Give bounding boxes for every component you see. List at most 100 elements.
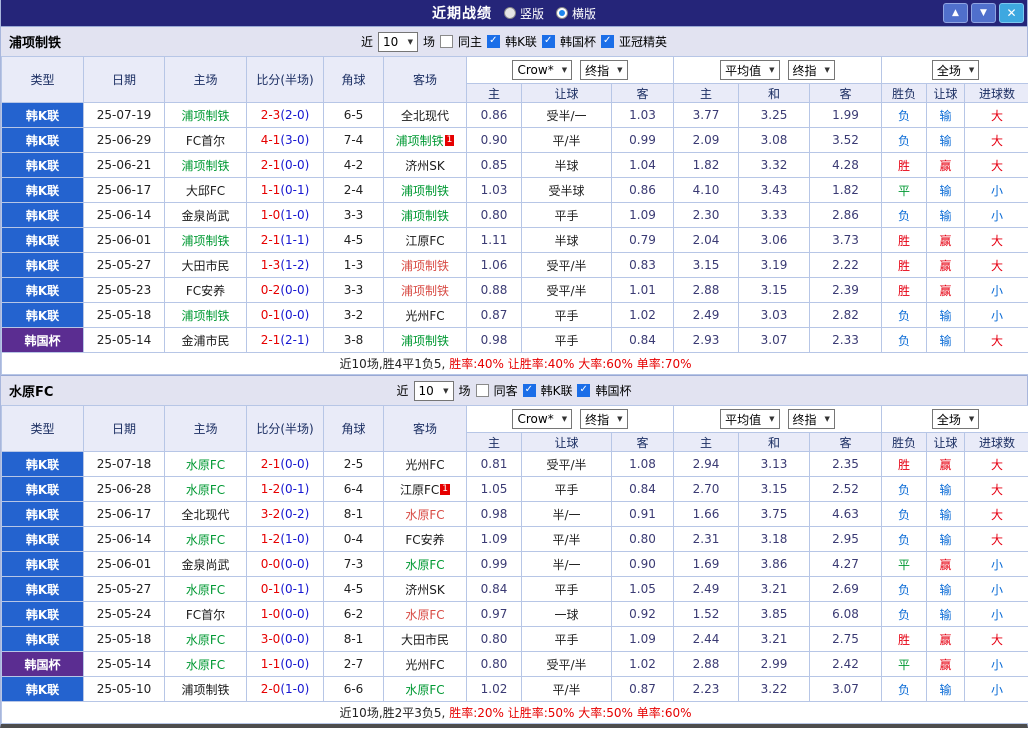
games-count-select[interactable]: 10 ▼	[378, 31, 419, 52]
eu-home-odds-cell: 2.94	[673, 451, 739, 477]
league-checkbox-cup[interactable]	[577, 384, 591, 397]
table-row: 韩K联 25-05-18 浦项制铁 0-1(0-0) 3-2 光州FC 0.87…	[1, 302, 1028, 328]
score-cell: 1-0(0-0)	[246, 601, 324, 627]
layout-radio-vertical[interactable]: 竖版	[503, 5, 544, 22]
col-header-type: 类型	[1, 405, 84, 452]
halftime-score: (1-2)	[280, 258, 310, 272]
ah-away-odds-cell: 0.87	[611, 676, 674, 702]
ah-line-cell: 平手	[521, 327, 612, 353]
scope-select[interactable]: 全场 ▼	[931, 409, 980, 429]
eu-away-odds-cell: 6.08	[808, 601, 883, 627]
league-checkbox-acl[interactable]	[600, 35, 614, 48]
eu-home-odds-cell: 2.23	[673, 676, 739, 702]
near-label: 近	[361, 35, 374, 49]
average-select[interactable]: 平均值 ▼	[720, 60, 780, 80]
table-row: 韩K联 25-06-28 水原FC 1-2(0-1) 6-4 江原FC 1 1.0…	[1, 476, 1028, 502]
radio-icon[interactable]	[503, 7, 516, 19]
asian-index-select[interactable]: 终指 ▼	[580, 409, 628, 429]
league-label-kleague: 韩K联	[505, 35, 537, 49]
fulltime-score: 3-0	[260, 632, 281, 646]
date-cell: 25-05-24	[83, 601, 165, 627]
halftime-score: (3-0)	[280, 133, 310, 147]
league-type-cell: 韩K联	[1, 576, 84, 602]
ah-away-odds-cell: 0.84	[611, 476, 674, 502]
away-team-cell: 光州FC	[383, 451, 467, 477]
handicap-result-cell: 赢	[926, 252, 966, 278]
league-checkbox-kleague[interactable]	[522, 384, 536, 397]
date-cell: 25-05-18	[83, 626, 165, 652]
halftime-score: (0-1)	[280, 582, 310, 596]
summary-rates: 胜率:40% 让胜率:40% 大率:60% 单率:70%	[449, 357, 692, 371]
eu-home-odds-cell: 2.88	[673, 651, 739, 677]
date-cell: 25-06-01	[83, 551, 165, 577]
league-checkbox-kleague[interactable]	[487, 35, 501, 48]
league-type-cell: 韩K联	[1, 277, 84, 303]
halftime-score: (0-2)	[280, 507, 310, 521]
same-venue-checkbox[interactable]	[475, 384, 489, 397]
corner-cell: 2-4	[323, 177, 384, 203]
ah-home-odds-cell: 0.80	[466, 651, 522, 677]
games-count-select[interactable]: 10 ▼	[413, 380, 454, 401]
euro-index-select[interactable]: 终指 ▼	[787, 409, 835, 429]
scope-select[interactable]: 全场 ▼	[931, 60, 980, 80]
ah-home-odds-cell: 0.81	[466, 451, 522, 477]
scroll-down-button[interactable]: ▼	[971, 3, 996, 23]
ah-home-odds-cell: 1.06	[466, 252, 522, 278]
home-team-cell: 浦项制铁	[164, 152, 247, 178]
score-cell: 0-1(0-1)	[246, 576, 324, 602]
home-team-cell: 全北现代	[164, 501, 247, 527]
eu-away-odds-cell: 3.07	[808, 676, 883, 702]
date-cell: 25-05-27	[83, 576, 165, 602]
corner-cell: 3-8	[323, 327, 384, 353]
euro-odds-selects: 平均值 ▼ 终指 ▼	[672, 405, 883, 433]
ah-home-odds-cell: 0.98	[466, 327, 522, 353]
score-cell: 0-0(0-0)	[246, 551, 324, 577]
fulltime-score: 4-1	[260, 133, 281, 147]
bookmaker-select[interactable]: Crow* ▼	[512, 60, 573, 80]
ah-away-odds-cell: 1.02	[611, 651, 674, 677]
eu-away-odds-cell: 2.69	[808, 576, 883, 602]
window-buttons: ▲ ▼ ✕	[943, 3, 1024, 23]
table-row: 韩K联 25-05-10 浦项制铁 2-0(1-0) 6-6 水原FC 1.02…	[1, 676, 1028, 702]
subcol-goals: 进球数	[964, 432, 1028, 452]
ah-home-odds-cell: 0.85	[466, 152, 522, 178]
ah-line-cell: 受半/一	[521, 102, 612, 128]
fulltime-score: 1-1	[260, 657, 281, 671]
result-cell: 平	[881, 177, 928, 203]
result-scope-select-cell: 全场 ▼	[881, 405, 1028, 433]
score-cell: 0-2(0-0)	[246, 277, 324, 303]
score-cell: 4-1(3-0)	[246, 127, 324, 153]
bookmaker-select[interactable]: Crow* ▼	[512, 409, 573, 429]
radio-selected-icon[interactable]	[556, 7, 568, 19]
ah-line-cell: 平/半	[521, 526, 612, 552]
fulltime-score: 1-2	[260, 532, 281, 546]
ah-home-odds-cell: 0.97	[466, 601, 522, 627]
ah-home-odds-cell: 1.03	[466, 177, 522, 203]
chevron-down-icon: ▼	[617, 66, 623, 74]
result-cell: 负	[881, 526, 928, 552]
goals-result-cell: 大	[964, 501, 1028, 527]
close-button[interactable]: ✕	[999, 3, 1024, 23]
date-cell: 25-06-29	[83, 127, 165, 153]
league-label-kleague: 韩K联	[540, 384, 573, 398]
average-select[interactable]: 平均值 ▼	[720, 409, 780, 429]
home-team-cell: 浦项制铁	[164, 676, 247, 702]
handicap-result-cell: 赢	[926, 277, 966, 303]
asian-index-select[interactable]: 终指 ▼	[580, 60, 628, 80]
col-header-away: 客场	[383, 405, 467, 452]
eu-draw-odds-cell: 3.15	[738, 476, 810, 502]
close-icon: ✕	[1006, 6, 1017, 20]
same-venue-checkbox[interactable]	[440, 35, 454, 48]
scroll-up-button[interactable]: ▲	[943, 3, 968, 23]
eu-home-odds-cell: 2.44	[673, 626, 739, 652]
scope-select-value: 全场	[936, 412, 961, 427]
league-checkbox-cup[interactable]	[541, 35, 555, 48]
euro-index-select[interactable]: 终指 ▼	[787, 60, 835, 80]
layout-radio-horizontal[interactable]: 横版	[556, 5, 596, 22]
date-cell: 25-07-19	[83, 102, 165, 128]
eu-away-odds-cell: 2.33	[808, 327, 883, 353]
col-header-date: 日期	[83, 56, 165, 103]
date-cell: 25-06-14	[83, 526, 165, 552]
team-section-header: 水原FC 近 10 ▼ 场 同客 韩K联 韩国杯	[1, 375, 1027, 405]
away-team-cell: 浦项制铁	[383, 327, 467, 353]
